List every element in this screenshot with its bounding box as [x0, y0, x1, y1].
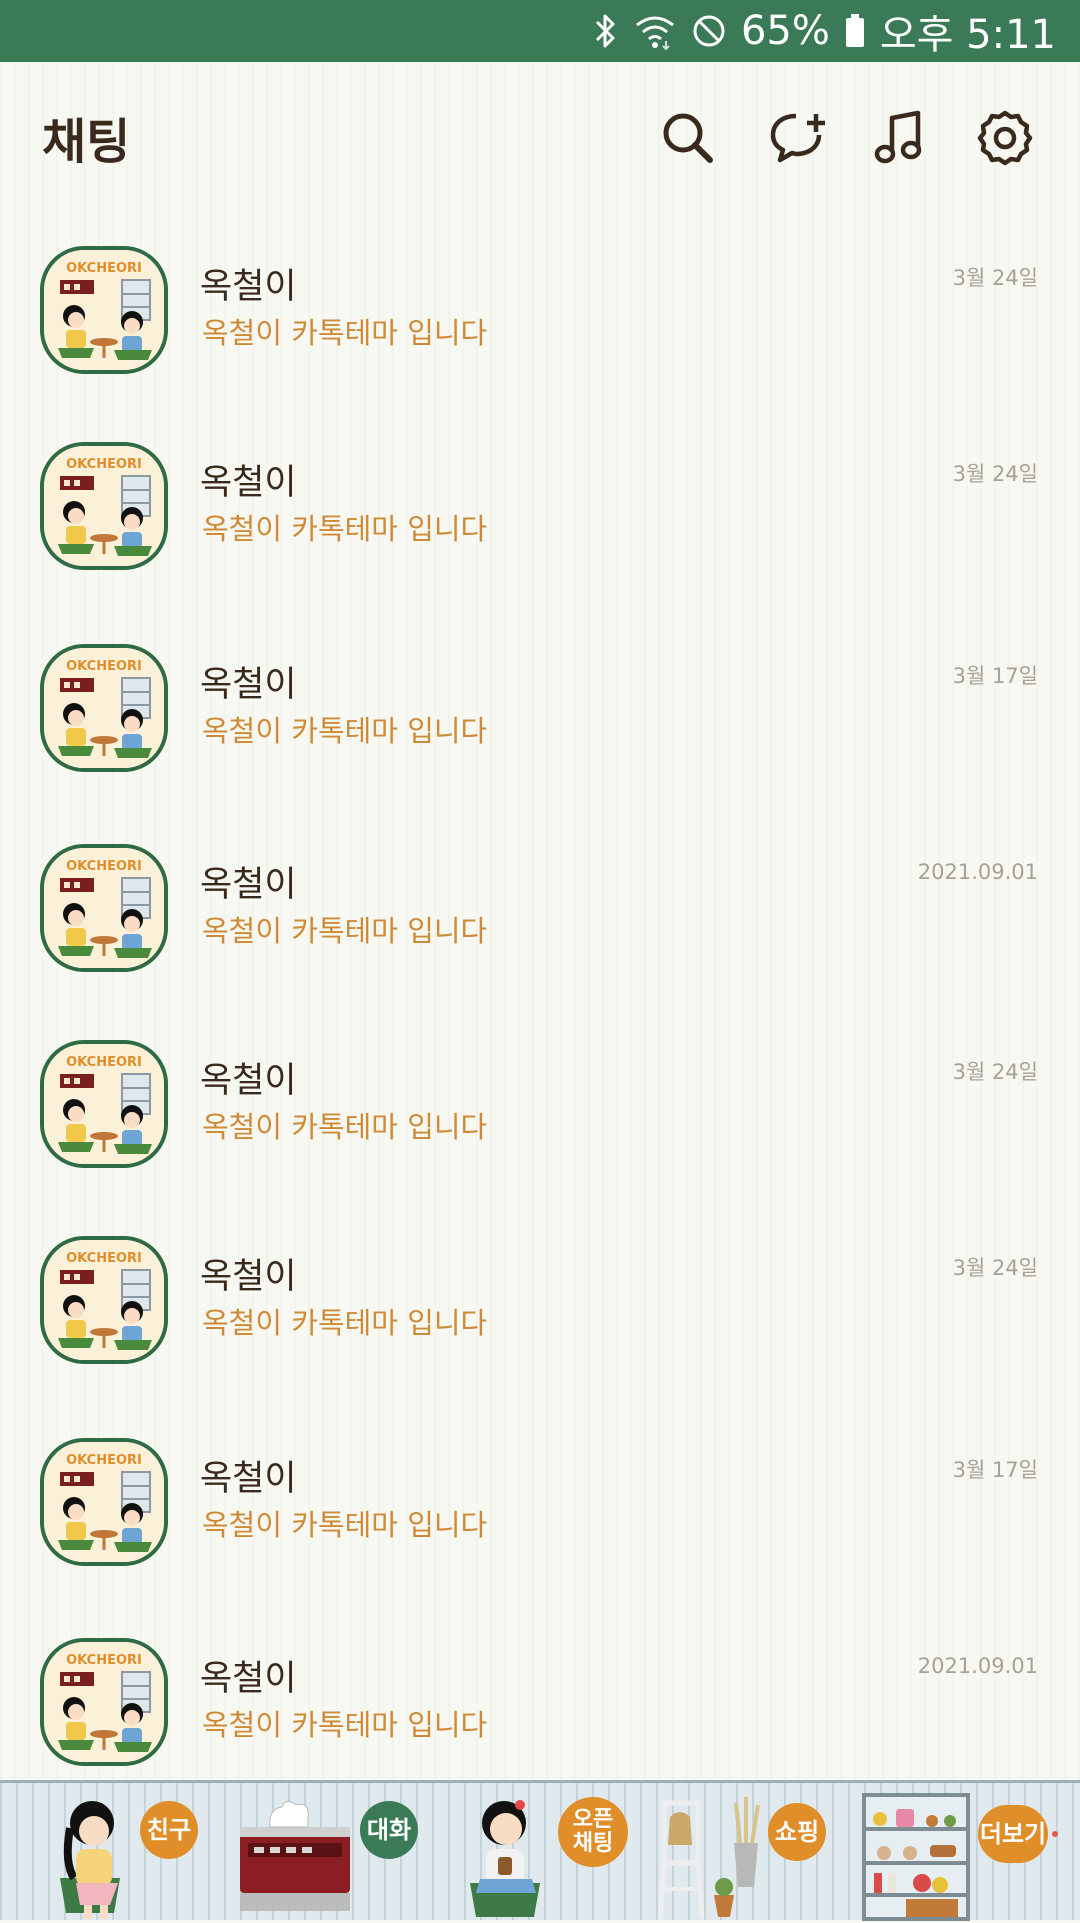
avatar-logo-text: OKCHEORI [66, 457, 142, 472]
chat-date: 3월 17일 [952, 664, 1038, 688]
avatar[interactable]: OKCHEORI [40, 644, 168, 772]
chat-name: 옥철이 [200, 267, 297, 307]
chat-name: 옥철이 [200, 463, 297, 503]
open-chat-label-line1: 오픈 [572, 1807, 614, 1832]
avatar[interactable]: OKCHEORI [40, 1638, 168, 1766]
friends-label: 친구 [140, 1801, 198, 1859]
avatar-logo-text: OKCHEORI [66, 261, 142, 276]
header: 채팅 [0, 62, 1080, 212]
chat-date: 3월 24일 [952, 266, 1038, 290]
more-label: 더보기 [978, 1805, 1048, 1863]
bottom-nav: 친구 대화 오픈 채팅 쇼핑 더보기 [0, 1780, 1080, 1923]
status-bar: 65% 오후 5:11 [0, 0, 1080, 62]
tab-open-chat[interactable]: 오픈 채팅 [450, 1783, 660, 1923]
open-chat-label-line2: 채팅 [572, 1831, 614, 1856]
tab-friends[interactable]: 친구 [40, 1783, 250, 1923]
status-time: 오후 5:11 [879, 12, 1056, 58]
chat-list-item[interactable]: OKCHEORI 옥철이옥철이 카톡테마 입니다 3월 24일 [0, 1232, 1080, 1428]
chat-name: 옥철이 [200, 1257, 297, 1297]
chat-preview: 옥철이 카톡테마 입니다 [202, 1110, 488, 1144]
chat-preview: 옥철이 카톡테마 입니다 [202, 512, 488, 546]
chat-date: 3월 24일 [952, 1256, 1038, 1280]
tab-chats[interactable]: 대화 [230, 1783, 440, 1923]
chat-list-item[interactable]: OKCHEORI 옥철이옥철이 카톡테마 입니다 3월 17일 [0, 640, 1080, 836]
open-chat-character-icon [470, 1800, 540, 1917]
tab-more[interactable]: 더보기 [860, 1783, 1070, 1923]
search-icon[interactable] [658, 108, 718, 168]
page-title: 채팅 [42, 114, 131, 170]
avatar[interactable]: OKCHEORI [40, 1236, 168, 1364]
shopping-chair-icon [657, 1797, 760, 1920]
chat-preview: 옥철이 카톡테마 입니다 [202, 1306, 488, 1340]
new-chat-icon[interactable] [768, 108, 828, 168]
avatar-logo-text: OKCHEORI [66, 859, 142, 874]
chat-preview: 옥철이 카톡테마 입니다 [202, 714, 488, 748]
chat-list-item[interactable]: OKCHEORI 옥철이옥철이 카톡테마 입니다 3월 24일 [0, 438, 1080, 634]
settings-icon[interactable] [975, 108, 1035, 168]
avatar-logo-text: OKCHEORI [66, 1251, 142, 1266]
bluetooth-icon [591, 11, 619, 51]
chat-date: 2021.09.01 [917, 860, 1038, 884]
avatar-logo-text: OKCHEORI [66, 1453, 142, 1468]
chat-name: 옥철이 [200, 1459, 297, 1499]
notification-dot [1052, 1831, 1058, 1837]
battery-icon [844, 13, 866, 49]
chat-preview: 옥철이 카톡테마 입니다 [202, 1708, 488, 1742]
shopping-label: 쇼핑 [768, 1803, 826, 1861]
chats-label: 대화 [360, 1801, 418, 1859]
battery-percent: 65% [740, 8, 830, 54]
chat-preview: 옥철이 카톡테마 입니다 [202, 914, 488, 948]
chat-date: 3월 17일 [952, 1458, 1038, 1482]
avatar[interactable]: OKCHEORI [40, 844, 168, 972]
chat-list-item[interactable]: OKCHEORI 옥철이옥철이 카톡테마 입니다 3월 24일 [0, 242, 1080, 438]
chat-list-item[interactable]: OKCHEORI 옥철이옥철이 카톡테마 입니다 3월 17일 [0, 1434, 1080, 1630]
chat-name: 옥철이 [200, 1659, 297, 1699]
chat-date: 2021.09.01 [917, 1654, 1038, 1678]
avatar[interactable]: OKCHEORI [40, 1438, 168, 1566]
chat-name: 옥철이 [200, 865, 297, 905]
music-icon[interactable] [870, 108, 930, 168]
avatar[interactable]: OKCHEORI [40, 442, 168, 570]
avatar-logo-text: OKCHEORI [66, 1055, 142, 1070]
chat-name: 옥철이 [200, 1061, 297, 1101]
coffee-machine-icon [240, 1801, 350, 1911]
chat-name: 옥철이 [200, 665, 297, 705]
chat-date: 3월 24일 [952, 1060, 1038, 1084]
avatar-logo-text: OKCHEORI [66, 659, 142, 674]
chat-date: 3월 24일 [952, 462, 1038, 486]
chat-list-item[interactable]: OKCHEORI 옥철이옥철이 카톡테마 입니다 3월 24일 [0, 1036, 1080, 1232]
wifi-icon [633, 11, 677, 51]
avatar[interactable]: OKCHEORI [40, 246, 168, 374]
chat-preview: 옥철이 카톡테마 입니다 [202, 1508, 488, 1542]
friends-character-icon [60, 1801, 120, 1919]
tab-shopping[interactable]: 쇼핑 [650, 1783, 860, 1923]
open-chat-label: 오픈 채팅 [558, 1797, 628, 1867]
avatar[interactable]: OKCHEORI [40, 1040, 168, 1168]
chat-list-item[interactable]: OKCHEORI 옥철이옥철이 카톡테마 입니다 2021.09.01 [0, 840, 1080, 1036]
chat-preview: 옥철이 카톡테마 입니다 [202, 316, 488, 350]
do-not-disturb-icon [691, 13, 727, 49]
avatar-logo-text: OKCHEORI [66, 1653, 142, 1668]
